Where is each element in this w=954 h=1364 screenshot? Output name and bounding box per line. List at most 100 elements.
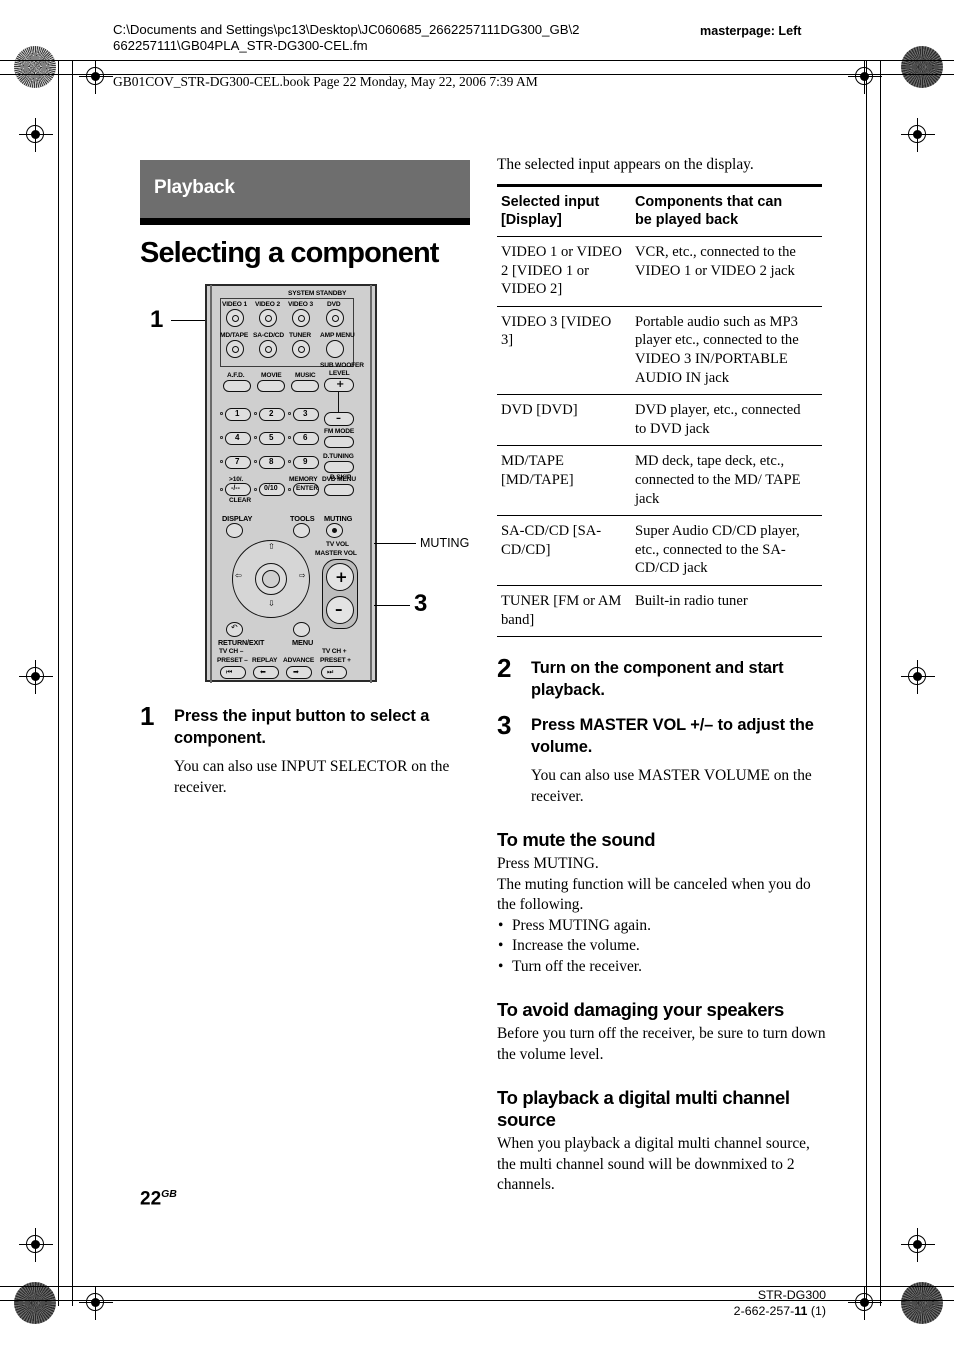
navigation-center-inner[interactable] [262,570,280,588]
step-3-body: Press MASTER VOL +/– to adjust the volum… [531,714,827,807]
num-label-8: 8 [269,457,274,466]
remote-button-preset-plus[interactable]: ⏭ [321,666,347,679]
remote-button-tools[interactable] [293,523,310,538]
remote-button-tuner[interactable] [292,340,310,358]
crop-line-right-inner [866,60,868,1306]
speakers-body: Before you turn off the receiver, be sur… [497,1025,826,1063]
table-header-selected-input-line1: Selected input [501,194,600,210]
starburst-mark-bottom-right [901,1282,943,1324]
remote-button-preset-minus[interactable]: ⏮ [220,666,246,679]
remote-button-subwoofer-minus[interactable]: – [324,412,354,426]
remote-button-dvd-menu[interactable] [324,484,354,496]
table-row: MD/TAPE [MD/TAPE] MD deck, tape deck, et… [497,445,822,517]
remote-button-subwoofer-plus[interactable]: + [324,378,354,392]
chapter-banner-label: Playback [154,177,235,198]
step-2-body: Turn on the component and start playback… [531,657,827,701]
crop-line-top-outer [0,60,954,62]
crop-line-right-outer [880,60,882,1306]
table-cell-input: TUNER [FM or AM band] [497,585,631,638]
num-label-3: 3 [303,409,308,418]
step-3: 3 Press MASTER VOL +/– to adjust the vol… [497,712,827,807]
remote-control-illustration: 1 SYSTEM STANDBY VIDEO 1 VIDEO 2 VIDEO 3… [150,278,470,688]
mute-line-1: Press MUTING. [497,855,599,873]
remote-button-afd[interactable] [223,380,251,392]
part-number-suffix: (1) [807,1303,826,1318]
registration-mark-top-right [848,60,882,94]
table-header-components: Components that can be played back [631,184,822,237]
table-row: VIDEO 1 or VIDEO 2 [VIDEO 1 or VIDEO 2] … [497,236,822,307]
step-3-heading: Press MASTER VOL +/– to adjust the volum… [531,716,814,757]
subwoofer-connector-line [338,392,340,414]
remote-button-master-vol-minus[interactable]: – [326,596,354,624]
page-title: Selecting a component [140,237,439,269]
registration-mark-right-upper [901,118,935,152]
source-label-video1: VIDEO 1 [222,301,247,308]
preset-minus-label: PRESET – [217,657,248,664]
table-cell-components: DVD player, etc., connected to DVD jack [631,394,822,447]
remote-button-return-exit[interactable]: ↶ [226,622,243,637]
table-cell-input: VIDEO 1 or VIDEO 2 [VIDEO 1 or VIDEO 2] [497,236,631,307]
table-header-row: Selected input [Display] Components that… [497,184,822,237]
registration-mark-right-lower [901,1228,935,1262]
num-label-4: 4 [235,433,240,442]
list-item: Press MUTING again. [497,916,827,937]
return-exit-label: RETURN/EXIT [218,638,265,647]
dot-enter [288,488,291,491]
masterpage-label: masterpage: Left [700,24,802,38]
remote-button-movie[interactable] [257,380,285,392]
step-2: 2 Turn on the component and start playba… [497,655,827,701]
table-header-selected-input: Selected input [Display] [497,184,631,237]
nav-arrow-left-icon: ⇦ [235,571,242,580]
callout-number-1: 1 [150,306,164,333]
remote-button-mdtape[interactable] [226,340,244,358]
remote-button-sacdcd[interactable] [259,340,277,358]
source-label-mdtape: MD/TAPE [220,332,249,339]
remote-button-video3[interactable] [292,309,310,327]
remote-button-master-vol-plus[interactable]: + [326,563,354,591]
document-file-path: C:\Documents and Settings\pc13\Desktop\J… [113,22,580,54]
remote-button-video1[interactable] [226,309,244,327]
remote-button-fm-mode[interactable] [324,436,354,448]
table-header-components-line1: Components that can [635,194,783,210]
dot-num-3 [288,412,291,415]
callout-line-3 [374,605,410,607]
remote-button-d-tuning[interactable] [324,461,354,473]
subhead-avoid-damaging-speakers: To avoid damaging your speakers [497,999,784,1021]
table-cell-components: Built-in radio tuner [631,585,822,638]
mode-label-movie: MOVIE [261,372,282,379]
remote-button-menu[interactable] [293,622,310,637]
table-cell-components: Super Audio CD/CD player, etc., connecte… [631,515,822,586]
remote-button-advance[interactable]: ➡ [286,666,312,679]
page-folio: 22GB [140,1188,177,1210]
registration-mark-top-left [79,60,113,94]
dot-num-4 [220,436,223,439]
table-row: DVD [DVD] DVD player, etc., connected to… [497,394,822,447]
nav-arrow-up-icon: ⇧ [268,542,275,551]
page-number: 22 [140,1188,162,1210]
dot-num-2 [254,412,257,415]
remote-button-amp-menu[interactable] [326,340,344,358]
remote-button-dvd[interactable] [326,309,344,327]
registration-mark-bottom-left [79,1286,113,1320]
tv-vol-label: TV VOL [326,541,349,548]
remote-button-video2[interactable] [259,309,277,327]
master-vol-label: MASTER VOL [315,550,357,557]
system-standby-label: SYSTEM STANDBY [288,290,347,297]
num-alt-label: >10/. [229,476,244,483]
remote-button-display[interactable] [226,523,243,538]
table-cell-input: VIDEO 3 [VIDEO 3] [497,306,631,396]
table-row: TUNER [FM or AM band] Built-in radio tun… [497,585,822,638]
num-label-0: 0/10 [264,485,278,492]
step-3-note: You can also use MASTER VOLUME on the re… [531,767,812,805]
enter-label: ENTER [296,485,319,492]
model-name: STR-DG300 [757,1288,826,1302]
remote-button-muting[interactable] [326,523,343,538]
step-1-heading: Press the input button to select a compo… [174,707,430,747]
num-alt2-label: -/-- [231,485,240,492]
remote-button-music[interactable] [291,380,319,392]
remote-button-replay[interactable]: ⬅ [253,666,279,679]
mute-line-2: The muting function will be canceled whe… [497,875,811,914]
list-item: Turn off the receiver. [497,957,827,978]
table-row: VIDEO 3 [VIDEO 3] Portable audio such as… [497,306,822,396]
input-components-table: Selected input [Display] Components that… [497,184,822,638]
